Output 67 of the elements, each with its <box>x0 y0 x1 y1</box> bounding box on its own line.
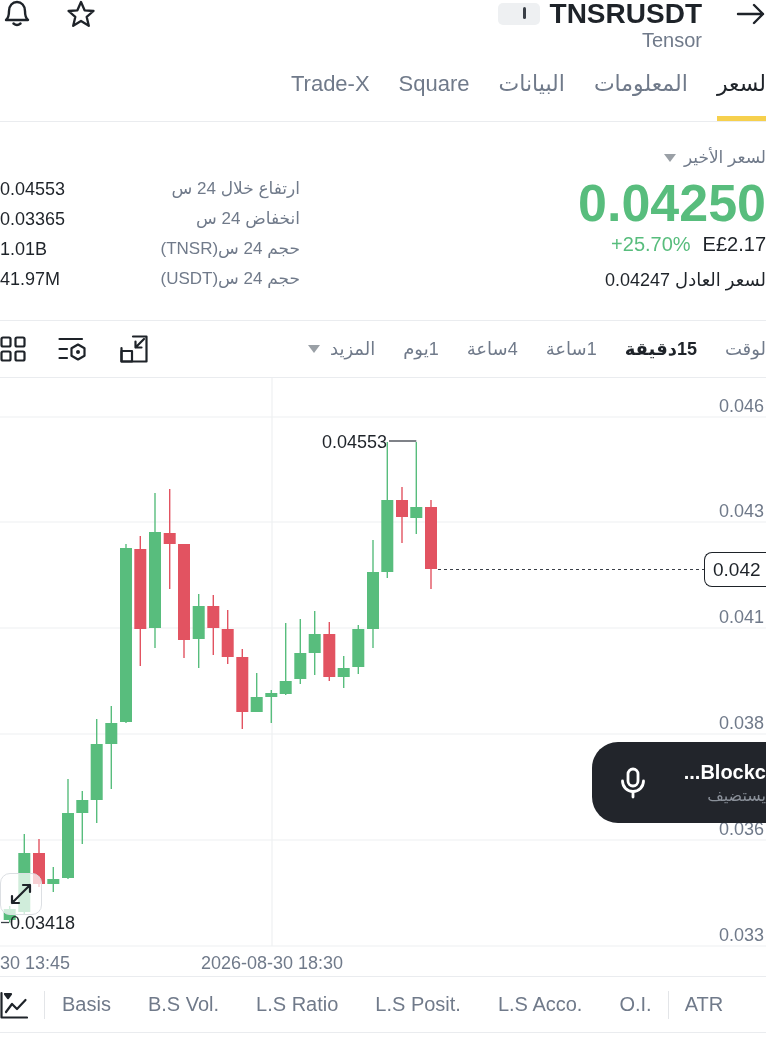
fiat-price: E£2.17 <box>702 232 766 257</box>
indicator-tab[interactable]: L.S Posit. <box>375 993 461 1016</box>
indicator-tab[interactable]: ATR <box>684 993 724 1016</box>
leader-line <box>0 921 10 924</box>
star-icon[interactable] <box>66 0 96 28</box>
indicator-tab[interactable]: Basis <box>62 993 111 1016</box>
price-label: لسعر الأخير <box>683 146 766 169</box>
x-axis-label: 30 13:45 <box>0 953 71 973</box>
indicator-tab[interactable]: L.S Ratio <box>256 993 339 1016</box>
indicator-tab[interactable]: L.S Acco. <box>497 993 583 1016</box>
x-axis-label: 2026-08-30 18:30 <box>200 953 344 973</box>
tab[interactable]: البيانات <box>498 52 565 121</box>
leader-line <box>388 440 417 442</box>
indicator-tab[interactable]: O.I. <box>619 993 652 1016</box>
y-axis-label: 0.043 <box>718 501 764 521</box>
time-label: لوقت <box>724 338 766 360</box>
tab[interactable]: المعلومات <box>593 52 688 121</box>
candle <box>352 624 365 675</box>
grid-icon[interactable] <box>0 336 26 362</box>
interval-tab[interactable]: 4ساعة <box>466 338 518 360</box>
candle <box>207 594 220 656</box>
caret-icon[interactable] <box>663 154 676 162</box>
coin-icon <box>497 3 540 25</box>
tab[interactable]: Square <box>398 52 470 121</box>
stat-label: حجم 24 س(TNSR) <box>160 238 300 260</box>
more-dropdown[interactable]: المزيد <box>307 338 376 360</box>
candle <box>221 609 234 665</box>
interval-tab[interactable]: 1ساعة <box>545 338 597 360</box>
pair-subtitle: Tensor <box>641 28 702 52</box>
tab[interactable]: لسعر <box>716 52 766 121</box>
expand-button[interactable] <box>0 873 42 915</box>
interval-tab[interactable]: 15دقيقة <box>624 338 697 360</box>
candle <box>396 486 408 544</box>
banner-subtitle: يستضيف <box>707 785 766 806</box>
indicator-tab[interactable]: B.S Vol. <box>147 993 220 1016</box>
stat-label: انخفاض 24 س <box>195 208 300 230</box>
candle <box>308 610 321 676</box>
candle <box>294 618 307 685</box>
arrow-right-icon[interactable] <box>736 2 766 26</box>
stat-label: حجم 24 س(USDT) <box>160 268 300 290</box>
last-price: 0.04250 <box>578 176 766 230</box>
price-tag: 0.042 <box>704 552 766 587</box>
settings-icon[interactable] <box>58 336 88 362</box>
expand-icon <box>9 882 33 906</box>
stat-value: 1.01B <box>0 238 49 261</box>
stat-value: 41.97M <box>0 268 62 291</box>
stat-value: 0.04553 <box>0 178 67 201</box>
bell-icon[interactable] <box>2 0 32 27</box>
interval-tab[interactable]: 1يوم <box>403 338 439 360</box>
y-axis-label: 0.038 <box>718 713 764 733</box>
stat-value: 0.03365 <box>0 208 67 231</box>
high-price-label: 0.04553 <box>321 432 387 452</box>
mic-icon <box>618 766 648 799</box>
line-chart-icon[interactable] <box>0 990 28 1019</box>
collapse-icon[interactable] <box>120 335 148 363</box>
stat-label: ارتفاع خلال 24 س <box>170 178 300 201</box>
low-price-label: 0.03418 <box>10 913 76 933</box>
y-axis-label: 0.041 <box>718 607 764 627</box>
candle <box>47 866 60 893</box>
pair-title: TNSRUSDT <box>549 0 702 28</box>
y-axis-label: 0.033 <box>718 925 764 945</box>
caret-icon[interactable] <box>307 345 320 353</box>
tab[interactable]: Trade-X <box>290 52 370 121</box>
fair-price: لسعر العادل 0.04247 <box>605 269 766 293</box>
banner-title: Blockc... <box>683 759 766 785</box>
y-axis-label: 0.046 <box>718 396 764 416</box>
price-change: +25.70% <box>611 232 691 257</box>
